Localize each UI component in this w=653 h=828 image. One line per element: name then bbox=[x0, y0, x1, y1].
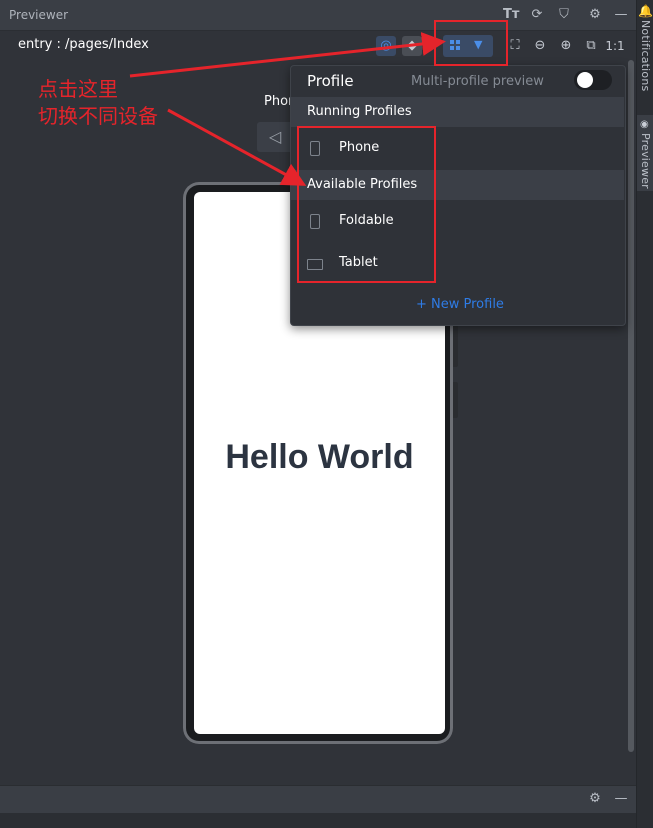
annotation-arrows bbox=[129, 32, 446, 186]
bottom-minimize-icon[interactable]: — bbox=[613, 791, 629, 807]
eye-icon: ◉ bbox=[640, 119, 649, 130]
notifications-tab-label: Notifications bbox=[639, 20, 652, 92]
previewer-tab-label: Previewer bbox=[639, 133, 652, 189]
arrow-to-profiles bbox=[167, 108, 307, 186]
bell-icon[interactable]: 🔔 bbox=[638, 4, 653, 18]
bottom-settings-icon[interactable]: ⚙ bbox=[587, 791, 603, 807]
status-strip bbox=[0, 813, 636, 828]
arrow-to-switcher bbox=[129, 32, 446, 78]
bottom-panel-bar bbox=[0, 785, 636, 814]
notifications-tab[interactable]: Notifications bbox=[637, 20, 653, 115]
previewer-tab[interactable]: Previewer bbox=[637, 133, 653, 193]
